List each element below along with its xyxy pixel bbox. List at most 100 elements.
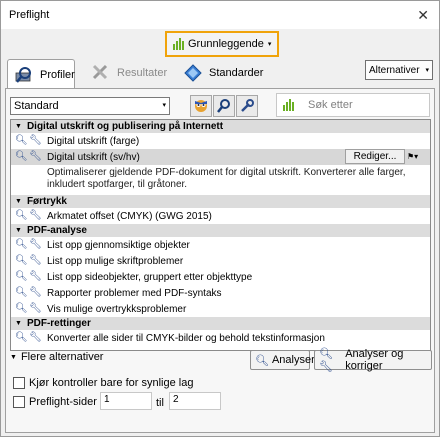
analyze-button[interactable]: 🔍︎ Analyser [250, 350, 315, 370]
chevron-down-icon: ▾ [425, 67, 429, 74]
profiles-panel: Standard ▾ Søk etter ▼ Digital utskrift … [5, 88, 435, 433]
expand-triangle-icon: ▼ [10, 353, 17, 361]
magnifier-icon: 🔍︎ [15, 255, 28, 266]
collapse-triangle-icon: ▼ [15, 227, 22, 234]
list-item[interactable]: 🔍︎ 🔧︎ Arkmatet offset (CMYK) (GWG 2015) [11, 208, 430, 224]
list-item[interactable]: 🔍︎ 🔧︎ Konverter alle sider til CMYK-bild… [11, 330, 430, 346]
magnifier-icon: 🔍︎ [15, 210, 28, 221]
preflight-pages-checkbox[interactable] [13, 396, 25, 408]
preflight-dialog: Preflight ✕ Grunnleggende ▾ Profiler Res… [0, 0, 440, 437]
list-item[interactable]: 🔍︎ 🔧︎ Rapporter problemer med PDF-syntak… [11, 285, 430, 301]
wrench-icon: 🔧︎ [29, 151, 42, 162]
group-label: Digital utskrift og publisering på Inter… [26, 121, 224, 132]
search-field[interactable]: Søk etter [276, 93, 430, 117]
profile-description: Optimaliserer gjeldende PDF-dokument for… [47, 167, 406, 190]
magnifier-icon: 🔍︎ [15, 151, 28, 162]
list-item-label: Digital utskrift (sv/hv) [47, 151, 140, 163]
magnifier-icon: 🔍︎ [15, 303, 28, 314]
profile-list: ▼ Digital utskrift og publisering på Int… [10, 119, 431, 351]
wrench-icon: 🔧︎ [29, 255, 42, 266]
tab-profiles-label: Profiler [40, 68, 75, 81]
group-header[interactable]: ▼ PDF-rettinger [11, 317, 430, 330]
owl-profile-icon[interactable] [190, 95, 212, 117]
standards-icon [183, 63, 203, 83]
collapse-triangle-icon: ▼ [15, 198, 22, 205]
options-label: Alternativer [369, 64, 420, 76]
list-item-label: Arkmatet offset (CMYK) (GWG 2015) [47, 210, 212, 222]
preflight-pages-option[interactable]: Preflight-sider [13, 396, 97, 408]
magnifier-wrench-icon: 🔍︎🔧︎ [319, 348, 333, 373]
chevron-down-icon: ▾ [162, 102, 166, 109]
wrench-icon: 🔧︎ [29, 332, 42, 343]
to-label: til [156, 397, 164, 409]
bars-icon [283, 99, 294, 111]
more-options-toggle[interactable]: ▼ Flere alternativer [10, 351, 103, 363]
profiles-toolbar: Standard ▾ Søk etter [6, 89, 434, 119]
list-item-label: List opp mulige skriftproblemer [47, 255, 184, 267]
more-options-label: Flere alternativer [20, 351, 104, 363]
mode-label: Grunnleggende [188, 38, 264, 50]
group-header[interactable]: ▼ Digital utskrift og publisering på Int… [11, 120, 430, 133]
tab-standards-label: Standarder [209, 67, 264, 79]
list-item[interactable]: 🔍︎ 🔧︎ Digital utskrift (farge) [11, 133, 430, 149]
close-icon[interactable]: ✕ [417, 7, 429, 24]
title-bar: Preflight ✕ [1, 1, 439, 29]
wrench-icon: 🔧︎ [29, 210, 42, 221]
list-item-label: List opp sideobjekter, gruppert etter ob… [47, 271, 253, 283]
list-item-label: Konverter alle sider til CMYK-bilder og … [47, 332, 325, 344]
visible-layers-label: Kjør kontroller bare for synlige lag [29, 377, 194, 389]
magnifier-check-icon[interactable] [213, 95, 235, 117]
list-item-label: Rapporter problemer med PDF-syntaks [47, 287, 222, 299]
magnifier-icon: 🔍︎ [255, 354, 269, 367]
options-dropdown[interactable]: Alternativer ▾ [365, 60, 433, 80]
magnifier-icon: 🔍︎ [15, 332, 28, 343]
group-label: PDF-analyse [26, 225, 87, 236]
search-placeholder: Søk etter [308, 99, 353, 111]
tab-results-label: Resultater [117, 67, 168, 79]
preflight-pages-label: Preflight-sider [29, 396, 97, 408]
window-title: Preflight [9, 9, 50, 21]
tab-standards[interactable]: Standarder [177, 59, 269, 87]
visible-layers-checkbox[interactable] [13, 377, 25, 389]
collapse-triangle-icon: ▼ [15, 320, 22, 327]
mode-selector-button[interactable]: Grunnleggende ▾ [165, 31, 279, 57]
list-item-label: Digital utskrift (farge) [47, 135, 140, 147]
wrench-icon: 🔧︎ [29, 271, 42, 282]
list-item[interactable]: 🔍︎ 🔧︎ Vis mulige overtrykksproblemer [11, 301, 430, 317]
flag-dropdown-icon[interactable]: ⚑▾ [407, 150, 427, 163]
from-page-field[interactable]: 1 [100, 392, 152, 410]
profile-library-select[interactable]: Standard ▾ [10, 97, 170, 115]
visible-layers-option[interactable]: Kjør kontroller bare for synlige lag [13, 377, 193, 389]
wrench-icon: 🔧︎ [29, 239, 42, 250]
list-item-label: Vis mulige overtrykksproblemer [47, 303, 187, 315]
chevron-down-icon: ▾ [267, 41, 272, 48]
group-header[interactable]: ▼ Førtrykk [11, 195, 430, 208]
magnifier-icon: 🔍︎ [15, 135, 28, 146]
analyze-fix-label: Analyser og korriger [345, 348, 404, 372]
to-page-field[interactable]: 2 [169, 392, 221, 410]
group-header[interactable]: ▼ PDF-analyse [11, 224, 430, 237]
list-item-label: List opp gjennomsiktige objekter [47, 239, 190, 251]
tab-profiles[interactable]: Profiler [7, 59, 75, 89]
profiles-icon [14, 65, 34, 85]
analyze-label: Analyser [271, 354, 315, 366]
list-item[interactable]: 🔍︎ 🔧︎ List opp mulige skriftproblemer [11, 253, 430, 269]
wrench-fixup-icon[interactable] [236, 95, 258, 117]
group-label: Førtrykk [26, 196, 67, 207]
magnifier-icon: 🔍︎ [15, 239, 28, 250]
collapse-triangle-icon: ▼ [15, 123, 22, 130]
wrench-icon: 🔧︎ [29, 287, 42, 298]
wrench-icon: 🔧︎ [29, 135, 42, 146]
bars-icon [173, 38, 184, 50]
wrench-icon: 🔧︎ [29, 303, 42, 314]
group-label: PDF-rettinger [26, 318, 91, 329]
profile-library-value: Standard [14, 100, 59, 112]
edit-button[interactable]: Rediger... [345, 149, 405, 164]
results-icon [91, 63, 111, 83]
tab-results[interactable]: Resultater [85, 59, 173, 87]
magnifier-icon: 🔍︎ [15, 287, 28, 298]
list-item[interactable]: 🔍︎ 🔧︎ List opp sideobjekter, gruppert et… [11, 269, 430, 285]
list-item-selected[interactable]: 🔍︎ 🔧︎ Digital utskrift (sv/hv) Rediger..… [11, 149, 430, 165]
list-item[interactable]: 🔍︎ 🔧︎ List opp gjennomsiktige objekter [11, 237, 430, 253]
analyze-and-fix-button[interactable]: 🔍︎🔧︎ Analyser og korriger [314, 348, 432, 373]
